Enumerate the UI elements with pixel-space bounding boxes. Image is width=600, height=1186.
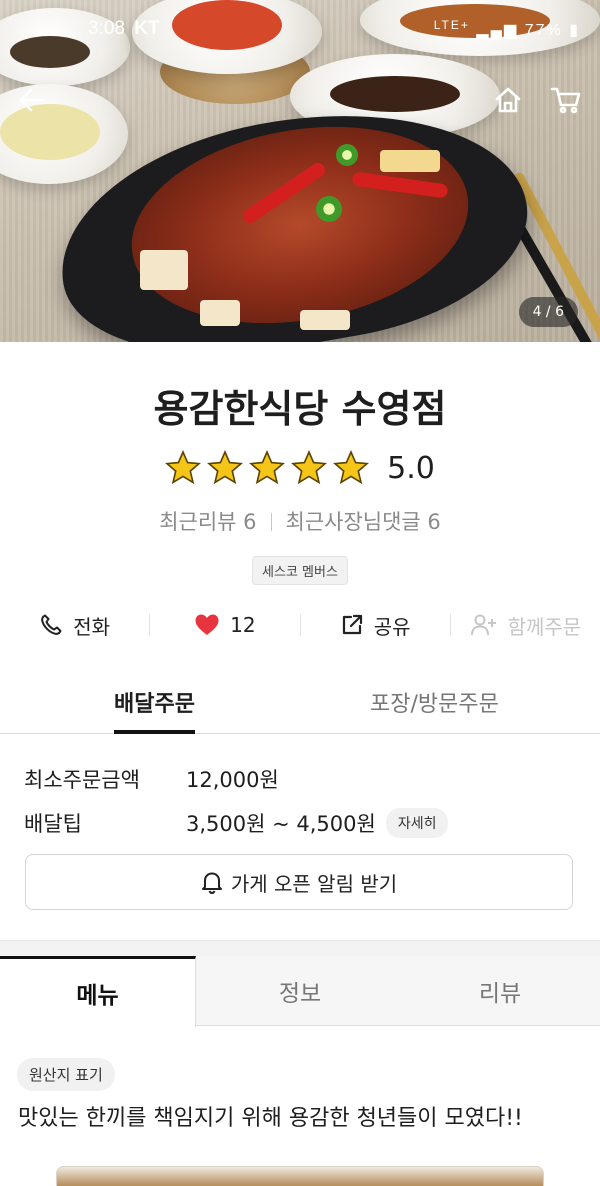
rating-value: 5.0 [387, 450, 435, 486]
recent-reviews-count[interactable]: 최근리뷰 6 [159, 510, 256, 534]
owner-replies-count[interactable]: 최근사장님댓글 6 [286, 510, 441, 534]
min-order-value: 12,000원 [186, 768, 279, 792]
delivery-tip-value: 3,500원 ~ 4,500원 [186, 812, 376, 836]
group-order-label: 함께주문 [507, 614, 582, 639]
star-icon [333, 450, 370, 485]
home-button[interactable] [486, 78, 530, 122]
home-icon [495, 87, 521, 113]
store-intro-text: 맛있는 한끼를 책임지기 위해 용감한 청년들이 모였다!! [18, 1106, 523, 1131]
tab-menu[interactable]: 메뉴 [0, 956, 196, 1027]
star-icon [249, 450, 286, 485]
share-button[interactable]: 공유 [301, 604, 450, 646]
favorite-button[interactable]: 12 [150, 604, 299, 646]
image-counter: 4 / 6 [518, 297, 578, 327]
divider [270, 513, 272, 531]
signal-icon: ▂▄▆ [476, 22, 519, 39]
origin-label-button[interactable]: 원산지 표기 [17, 1058, 115, 1091]
group-order-button[interactable]: 함께주문 [451, 604, 600, 646]
green-chili [336, 144, 358, 166]
min-order-label: 최소주문금액 [24, 768, 140, 792]
tab-info[interactable]: 정보 [200, 956, 400, 1026]
phone-icon [41, 614, 62, 635]
star-icon [291, 450, 328, 485]
battery-level: 77% [524, 22, 563, 39]
cart-button[interactable] [544, 78, 588, 122]
cesco-members-badge: 세스코 멤버스 [252, 556, 348, 585]
heart-icon [195, 614, 219, 635]
tab-delivery-order[interactable]: 배달주문 [114, 686, 195, 734]
tab-review[interactable]: 리뷰 [400, 956, 600, 1026]
share-icon [342, 614, 362, 635]
content-tabs: 메뉴 정보 리뷰 [0, 956, 600, 1027]
store-name: 용감한식당 수영점 [153, 387, 447, 431]
status-bar: 3:08 KT LTE+ ▂▄▆ 77% ▮ [0, 0, 600, 58]
status-icons: LTE+ ▂▄▆ 77% ▮ [434, 18, 580, 40]
green-chili [316, 196, 342, 222]
section-divider [0, 940, 600, 956]
back-arrow-icon [19, 88, 45, 112]
open-notification-button[interactable]: 가게 오픈 알림 받기 [25, 854, 573, 910]
back-button[interactable] [10, 78, 54, 122]
call-button[interactable]: 전화 [0, 604, 149, 646]
battery-icon: ▮ [569, 22, 580, 39]
review-counts[interactable]: 최근리뷰 6 최근사장님댓글 6 [0, 506, 600, 536]
call-label: 전화 [73, 614, 111, 639]
star-icon [165, 450, 202, 485]
store-photo-carousel[interactable]: 3:08 KT LTE+ ▂▄▆ 77% ▮ 4 / 6 [0, 0, 600, 342]
star-icon [207, 450, 244, 485]
open-notification-label: 가게 오픈 알림 받기 [230, 871, 398, 896]
status-time: 3:08 KT [88, 18, 160, 39]
likes-count: 12 [230, 613, 256, 637]
network-label: LTE+ [433, 18, 470, 32]
share-label: 공유 [373, 614, 411, 639]
delivery-tip-label: 배달팁 [24, 812, 82, 836]
add-person-icon [470, 614, 496, 636]
store-actions: 전화 12 공유 함께주문 [0, 604, 600, 646]
menu-banner-image [56, 1166, 544, 1186]
cart-icon [550, 87, 581, 114]
min-order-row: 최소주문금액 12,000원 [24, 764, 279, 794]
rating-row[interactable]: 5.0 [0, 446, 600, 490]
delivery-tip-row: 배달팁 3,500원 ~ 4,500원 자세히 [24, 808, 449, 838]
bell-icon [201, 872, 222, 894]
tab-pickup-order[interactable]: 포장/방문주문 [370, 686, 499, 734]
tip-detail-button[interactable]: 자세히 [385, 808, 449, 838]
order-type-tabs: 배달주문 포장/방문주문 [0, 676, 600, 734]
